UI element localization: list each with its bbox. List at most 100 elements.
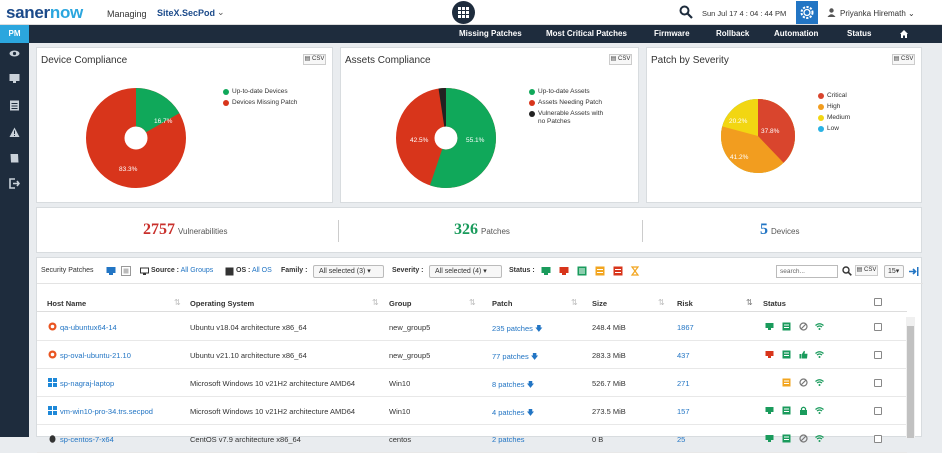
page-size-select[interactable]: 15▾ xyxy=(884,265,904,278)
legend-item[interactable]: Assets Needing Patch xyxy=(529,99,603,107)
patch-count-link[interactable]: 8 patches 🡇 xyxy=(492,379,534,392)
document-list-icon[interactable] xyxy=(9,100,20,111)
device-view-icon[interactable] xyxy=(106,266,116,276)
risk-link[interactable]: 1867 xyxy=(677,323,694,332)
nav-most-critical-patches[interactable]: Most Critical Patches xyxy=(546,29,627,38)
patch-list-icon xyxy=(782,322,791,331)
legend-item[interactable]: Critical xyxy=(818,92,850,100)
column-patch[interactable]: Patch xyxy=(492,299,512,308)
table-row[interactable]: vm-win10-pro-34.trs.secpod Microsoft Win… xyxy=(37,397,907,425)
patch-count-link[interactable]: 4 patches 🡇 xyxy=(492,407,534,420)
search-icon[interactable] xyxy=(679,5,693,19)
site-selector[interactable]: SiteX.SecPod xyxy=(157,8,215,18)
nav-rollback[interactable]: Rollback xyxy=(716,29,749,38)
size-cell: 0 B xyxy=(592,435,604,444)
source-filter[interactable]: Source : All Groups xyxy=(151,267,213,274)
row-checkbox[interactable] xyxy=(874,407,882,415)
host-name-link[interactable]: vm-win10-pro-34.trs.secpod xyxy=(60,407,153,416)
status-green-list-icon[interactable] xyxy=(577,266,587,276)
logo-text-saner: saner xyxy=(6,3,50,22)
table-row[interactable]: sp-nagraj-laptop Microsoft Windows 10 v2… xyxy=(37,369,907,397)
panel-title: Assets Compliance xyxy=(345,55,431,66)
nav-automation[interactable]: Automation xyxy=(774,29,818,38)
vulnerabilities-stat[interactable]: 2757 Vulnerabilities xyxy=(143,221,228,239)
severity-select[interactable]: All selected (4) ▾ xyxy=(429,265,502,278)
nav-missing-patches[interactable]: Missing Patches xyxy=(459,29,522,38)
logout-icon[interactable] xyxy=(9,178,20,189)
family-select[interactable]: All selected (3) ▾ xyxy=(313,265,384,278)
legend-item[interactable]: High xyxy=(818,103,850,111)
search-icon[interactable] xyxy=(842,266,852,276)
column-group[interactable]: Group xyxy=(389,299,412,308)
column-host-name[interactable]: Host Name xyxy=(47,299,86,308)
legend-item[interactable]: Vulnerable Assets with xyxy=(529,110,603,118)
nav-status[interactable]: Status xyxy=(847,29,871,38)
hourglass-icon[interactable] xyxy=(630,266,640,276)
table-row[interactable]: sp-centos-7-x64 CentOS v7.9 architecture… xyxy=(37,425,907,453)
book-icon[interactable] xyxy=(9,153,20,164)
risk-link[interactable]: 25 xyxy=(677,435,685,444)
column-operating-system[interactable]: Operating System xyxy=(190,299,254,308)
apps-grid-button[interactable] xyxy=(452,1,475,24)
sanernow-logo[interactable]: sanernow xyxy=(6,3,83,23)
nav-firmware[interactable]: Firmware xyxy=(654,29,690,38)
ubuntu-icon xyxy=(48,350,57,359)
patches-stat[interactable]: 326 Patches xyxy=(454,221,510,239)
blocked-icon xyxy=(799,322,808,331)
chevron-down-icon[interactable]: ⌄ xyxy=(217,7,225,18)
legend-item[interactable]: Up-to-date Devices xyxy=(223,88,297,96)
column-size[interactable]: Size xyxy=(592,299,607,308)
group-cell: new_group5 xyxy=(389,323,431,332)
legend-item[interactable]: Medium xyxy=(818,114,850,122)
host-name-link[interactable]: sp-centos-7-x64 xyxy=(60,435,114,444)
row-checkbox[interactable] xyxy=(874,379,882,387)
status-red-list-icon[interactable] xyxy=(613,266,623,276)
panel-title: Patch by Severity xyxy=(651,55,729,66)
table-scrollbar-thumb[interactable] xyxy=(907,326,914,438)
column-risk[interactable]: Risk xyxy=(677,299,693,308)
status-online-icon[interactable] xyxy=(541,266,551,276)
row-checkbox[interactable] xyxy=(874,351,882,359)
patch-count-link[interactable]: 235 patches 🡇 xyxy=(492,323,543,336)
table-row[interactable]: qa-ubuntux64-14 Ubuntu v18.04 architectu… xyxy=(37,313,907,341)
patch-count-link[interactable]: 2 patches xyxy=(492,435,525,444)
host-name-link[interactable]: sp-oval-ubuntu-21.10 xyxy=(60,351,131,360)
column-status: Status xyxy=(763,299,786,308)
row-checkbox[interactable] xyxy=(874,323,882,331)
host-name-link[interactable]: qa-ubuntux64-14 xyxy=(60,323,117,332)
devices-stat[interactable]: 5 Devices xyxy=(760,221,799,239)
status-yellow-list-icon[interactable] xyxy=(595,266,605,276)
host-name-link[interactable]: sp-nagraj-laptop xyxy=(60,379,114,388)
risk-link[interactable]: 271 xyxy=(677,379,690,388)
status-offline-icon[interactable] xyxy=(559,266,569,276)
monitor-icon[interactable] xyxy=(9,73,20,84)
row-checkbox[interactable] xyxy=(874,435,882,443)
legend-item[interactable]: Up-to-date Assets xyxy=(529,88,603,96)
legend-item[interactable]: Low xyxy=(818,125,850,133)
home-icon[interactable] xyxy=(899,29,909,39)
slice-label-needing-patch: 42.5% xyxy=(410,137,429,144)
top-bar: sanernow Managing SiteX.SecPod ⌄ Sun Jul… xyxy=(0,0,942,25)
family-label: Family : xyxy=(281,267,308,274)
datetime-display: Sun Jul 17 4 : 04 : 44 PM xyxy=(702,9,787,18)
search-input[interactable]: search... xyxy=(776,265,838,278)
settings-button[interactable] xyxy=(796,1,818,24)
warning-icon[interactable] xyxy=(9,127,20,138)
risk-link[interactable]: 437 xyxy=(677,351,690,360)
csv-export-button[interactable]: ▤ CSV xyxy=(855,265,878,276)
legend-item-continued: no Patches xyxy=(538,118,571,125)
table-row[interactable]: sp-oval-ubuntu-21.10 Ubuntu v21.10 archi… xyxy=(37,341,907,369)
select-all-checkbox[interactable] xyxy=(874,298,882,306)
patch-count-link[interactable]: 77 patches 🡇 xyxy=(492,351,539,364)
csv-export-button[interactable]: ▤ CSV xyxy=(609,54,632,65)
module-badge-pm[interactable]: PM xyxy=(0,25,29,43)
user-menu[interactable]: Priyanka Hiremath ⌄ xyxy=(827,8,915,18)
csv-export-button[interactable]: ▤ CSV xyxy=(303,54,326,65)
export-arrow-icon[interactable] xyxy=(908,266,919,277)
eye-icon[interactable] xyxy=(9,48,20,59)
legend-item[interactable]: Devices Missing Patch xyxy=(223,99,297,107)
csv-export-button[interactable]: ▤ CSV xyxy=(892,54,915,65)
os-filter[interactable]: OS : All OS xyxy=(236,267,272,274)
patch-view-icon[interactable] xyxy=(121,266,131,276)
risk-link[interactable]: 157 xyxy=(677,407,690,416)
